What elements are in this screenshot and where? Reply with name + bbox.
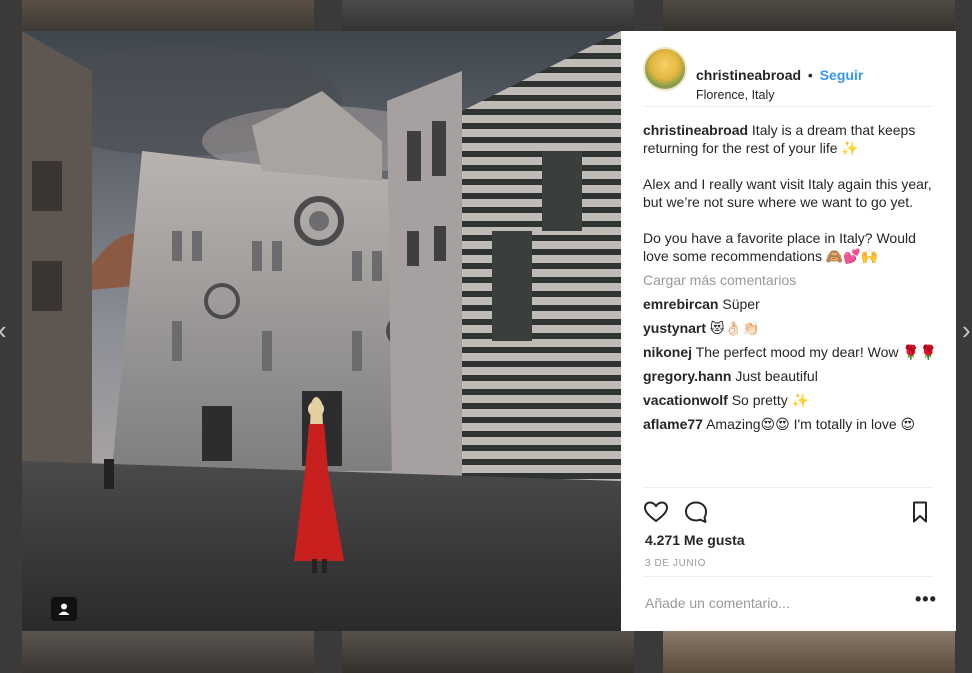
author-line: christineabroad • Seguir	[696, 67, 863, 83]
comment-button[interactable]	[683, 500, 709, 524]
comment-username[interactable]: yustynart	[643, 320, 706, 336]
post-header: christineabroad • Seguir Florence, Italy	[643, 47, 933, 107]
bookmark-icon	[913, 501, 927, 523]
like-button[interactable]	[643, 500, 669, 524]
comment-text: The perfect mood my dear! Wow 🌹🌹	[695, 344, 938, 360]
comment-username[interactable]: nikonej	[643, 344, 692, 360]
background-thumbnail	[342, 631, 634, 673]
comment-username[interactable]: emrebircan	[643, 296, 718, 312]
comment-item: yustynart 😻👌🏻👏🏻	[643, 319, 938, 337]
comment-item: aflame77 Amazing😍😍 I'm totally in love 😍	[643, 415, 938, 433]
tagged-users-button[interactable]	[51, 597, 77, 621]
background-thumbnail	[342, 0, 634, 31]
background-thumbnail	[22, 0, 314, 31]
comments-list[interactable]: christineabroad Italy is a dream that ke…	[643, 121, 938, 491]
comment-item: emrebircan Süper	[643, 295, 938, 313]
likes-count[interactable]: 4.271 Me gusta	[645, 532, 745, 548]
background-thumbnail	[22, 631, 314, 673]
load-more-comments-button[interactable]: Cargar más comentarios	[643, 271, 938, 289]
comment-item: vacationwolf So pretty ✨	[643, 391, 938, 409]
user-tag-icon	[58, 603, 70, 615]
caption-username[interactable]: christineabroad	[643, 122, 748, 138]
comment-icon	[685, 501, 707, 523]
comment-username[interactable]: aflame77	[643, 416, 703, 432]
avatar[interactable]	[643, 47, 687, 91]
save-button[interactable]	[907, 500, 933, 524]
follow-button[interactable]: Seguir	[820, 67, 864, 83]
add-comment-input[interactable]	[645, 591, 895, 615]
caption-text: Alex and I really want visit Italy again…	[643, 176, 932, 210]
background-thumbnail	[663, 0, 955, 31]
heart-icon	[643, 501, 669, 523]
comment-text: Amazing😍😍 I'm totally in love 😍	[706, 416, 916, 432]
author-username[interactable]: christineabroad	[696, 67, 801, 83]
comment-text: So pretty ✨	[731, 392, 810, 408]
post-details-panel: christineabroad • Seguir Florence, Italy…	[621, 31, 956, 631]
separator-dot: •	[807, 67, 813, 83]
caption: christineabroad Italy is a dream that ke…	[643, 121, 938, 265]
comment-item: gregory.hann Just beautiful	[643, 367, 938, 385]
caption-text: Do you have a favorite place in Italy? W…	[643, 230, 916, 264]
post-date[interactable]: 3 DE JUNIO	[645, 558, 706, 569]
post-actions: 4.271 Me gusta 3 DE JUNIO •••	[643, 487, 936, 632]
comment-text: 😻👌🏻👏🏻	[709, 320, 760, 336]
more-options-icon[interactable]: •••	[915, 589, 937, 610]
comment-text: Just beautiful	[735, 368, 818, 384]
post-photo	[22, 31, 621, 631]
background-thumbnail	[663, 631, 955, 673]
cathedral-photo-illustration	[22, 31, 621, 631]
add-comment-row: •••	[643, 576, 936, 632]
previous-post-arrow[interactable]: ‹	[0, 316, 12, 344]
comment-text: Süper	[722, 296, 760, 312]
next-post-arrow[interactable]: ›	[962, 316, 972, 344]
location-link[interactable]: Florence, Italy	[696, 88, 775, 102]
comment-item: nikonej The perfect mood my dear! Wow 🌹🌹	[643, 343, 938, 361]
comment-username[interactable]: vacationwolf	[643, 392, 728, 408]
comment-username[interactable]: gregory.hann	[643, 368, 731, 384]
